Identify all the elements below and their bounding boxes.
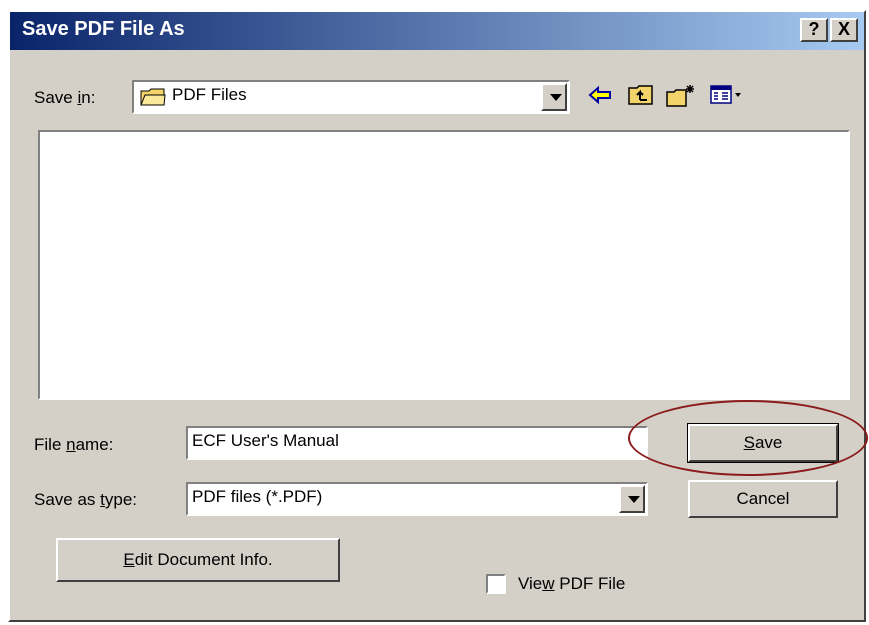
dialog-title: Save PDF File As <box>22 18 185 40</box>
new-folder-icon[interactable] <box>666 84 696 113</box>
save-button[interactable]: Save <box>687 423 839 463</box>
view-pdf-label[interactable]: View PDF File <box>518 574 625 594</box>
view-pdf-checkbox[interactable] <box>486 574 506 594</box>
folder-icon <box>140 87 166 112</box>
save-in-label: Save in: <box>34 88 96 107</box>
cancel-button[interactable]: Cancel <box>688 480 838 518</box>
file-list[interactable] <box>38 130 850 400</box>
save-as-type-dropdown[interactable]: PDF files (*.PDF) <box>186 482 648 516</box>
chevron-down-icon <box>628 496 640 503</box>
edit-document-info-button[interactable]: Edit Document Info. <box>56 538 340 582</box>
title-bar[interactable]: Save PDF File As ? X <box>10 12 864 50</box>
chevron-down-icon <box>550 94 562 101</box>
up-one-level-icon[interactable] <box>628 84 654 111</box>
save-pdf-dialog: Save PDF File As ? X Save in: PDF Files <box>8 10 866 622</box>
save-in-dropdown[interactable]: PDF Files <box>132 80 570 114</box>
save-as-type-value: PDF files (*.PDF) <box>192 487 323 506</box>
save-in-dropdown-button[interactable] <box>541 83 567 111</box>
file-name-input[interactable]: ECF User's Manual <box>186 426 648 460</box>
save-in-value: PDF Files <box>172 85 247 104</box>
file-name-label: File name: <box>34 435 114 454</box>
help-button[interactable]: ? <box>800 18 828 42</box>
save-as-type-dropdown-button[interactable] <box>619 485 645 513</box>
save-as-type-label: Save as type: <box>34 490 138 509</box>
view-menu-icon[interactable] <box>710 84 744 111</box>
close-button[interactable]: X <box>830 18 858 42</box>
file-name-value: ECF User's Manual <box>192 431 339 450</box>
back-icon[interactable] <box>588 84 612 111</box>
